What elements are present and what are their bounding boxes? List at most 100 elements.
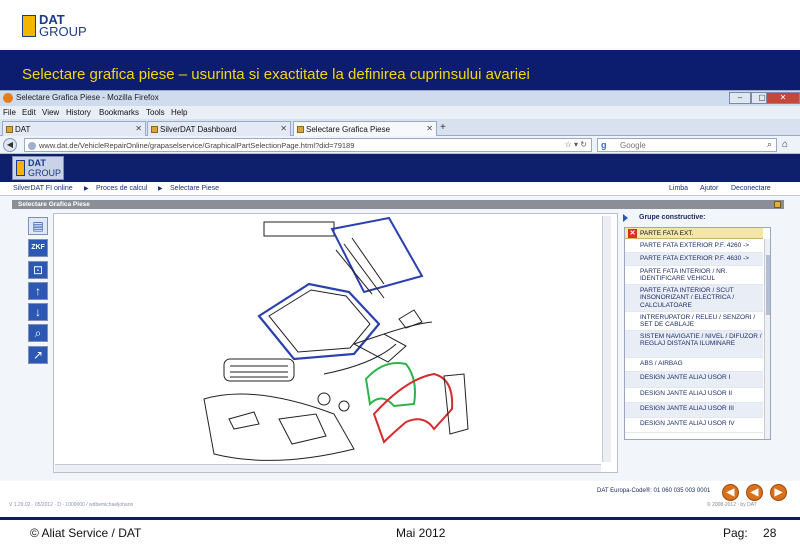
app-logo-line-1: DAT (28, 158, 46, 168)
grille-part[interactable] (223, 358, 295, 382)
group-item[interactable]: PARTE FATA EXTERIOR P.F. 4630 -> (625, 253, 763, 266)
close-tab-icon[interactable]: ✕ (135, 124, 142, 133)
logo-cube-icon (16, 160, 25, 176)
headlamp-part[interactable] (278, 413, 327, 445)
group-list-scrollbar[interactable] (764, 239, 770, 439)
url-bar[interactable]: www.dat.de/VehicleRepairOnline/grapasels… (24, 138, 592, 152)
footer-author: © Aliat Service / DAT (30, 526, 142, 540)
menu-bookmarks[interactable]: Bookmarks (99, 108, 139, 117)
triangle-right-icon (623, 214, 628, 222)
app-header: DAT GROUP (0, 154, 800, 182)
browser-window: Selectare Grafica Piese - Mozilla Firefo… (0, 90, 800, 515)
slide-title: Selectare grafica piese – usurinta si ex… (22, 66, 530, 83)
arrow-down-icon[interactable]: ↓ (28, 303, 48, 321)
group-item[interactable]: DESIGN JANTE ALIAJ USOR IV (625, 418, 763, 433)
breadcrumb-separator-icon: ▶ (158, 186, 163, 192)
breadcrumb-separator-icon: ▶ (84, 186, 89, 192)
cable-part (323, 321, 433, 375)
cowl-part[interactable] (352, 333, 407, 363)
small-part (338, 400, 350, 412)
previous-arrow-icon[interactable]: ◀ (722, 484, 739, 501)
breadcrumb-proces-calcul[interactable]: Proces de calcul (96, 185, 147, 192)
wiper-arm-part[interactable] (335, 237, 385, 299)
lock-icon[interactable] (774, 201, 781, 208)
dat-europa-code: DAT Europa-Code®: 01 060 035 003 0001 (597, 488, 711, 494)
zoom-zkf-icon[interactable]: ZKF (28, 239, 48, 257)
front-bumper-part[interactable] (203, 393, 355, 461)
tab-label: SilverDAT Dashboard (160, 125, 237, 134)
breadcrumb-selectare-piese[interactable]: Selectare Piese (170, 185, 219, 192)
selected-group-label: PARTE FATA EXT. (640, 230, 694, 237)
menu-tools[interactable]: Tools (146, 108, 165, 117)
search-bar[interactable]: g Google ⌕ (597, 138, 777, 152)
group-item[interactable]: PARTE FATA INTERIOR / SCUT INSONORIZANT … (625, 285, 763, 312)
arrow-up-icon[interactable]: ↑ (28, 282, 48, 300)
construction-group-list[interactable]: ✕ PARTE FATA EXT. PARTE FATA EXTERIOR P.… (624, 227, 771, 440)
footer-page-label: Pag: (723, 526, 748, 540)
breadcrumb-silverdat[interactable]: SilverDAT FI online (13, 185, 73, 192)
canvas-vertical-scrollbar[interactable] (602, 216, 611, 462)
dat-group-logo: DAT GROUP (22, 13, 92, 39)
menu-help[interactable]: Help (171, 108, 187, 117)
window-titlebar: Selectare Grafica Piese - Mozilla Firefo… (0, 91, 800, 106)
group-item[interactable]: PARTE FATA INTERIOR / NR. IDENTIFICARE V… (625, 266, 763, 285)
group-item[interactable]: DESIGN JANTE ALIAJ USOR I (625, 372, 763, 388)
tab-label: Selectare Grafica Piese (306, 125, 391, 134)
menu-file[interactable]: File (3, 108, 16, 117)
exploded-parts-diagram[interactable] (54, 214, 618, 473)
home-icon[interactable]: ⌂ (782, 139, 788, 150)
tab-selectare-grafica-piese[interactable]: Selectare Grafica Piese ✕ (293, 121, 437, 136)
logo-line-2: GROUP (39, 24, 87, 39)
close-tab-icon[interactable]: ✕ (426, 124, 433, 133)
menu-edit[interactable]: Edit (22, 108, 36, 117)
selected-group[interactable]: ✕ PARTE FATA EXT. (625, 228, 763, 239)
link-limba[interactable]: Limba (669, 185, 688, 192)
page-icon (297, 126, 304, 133)
tool-kit-graphic (263, 221, 335, 237)
windshield-part[interactable] (330, 216, 424, 294)
pointer-icon[interactable]: ↗ (28, 346, 48, 364)
parts-drawing-canvas[interactable] (53, 213, 618, 473)
next-arrow-icon[interactable]: ▶ (770, 484, 787, 501)
copyright: © 2008-2012 · by DAT (707, 502, 757, 508)
page-icon (6, 126, 13, 133)
menu-history[interactable]: History (66, 108, 91, 117)
navigation-bar: ◀ www.dat.de/VehicleRepairOnline/grapase… (0, 136, 800, 154)
group-item[interactable]: DESIGN JANTE ALIAJ USOR II (625, 388, 763, 403)
link-ajutor[interactable]: Ajutor (700, 185, 718, 192)
footer-page: Pag: 28 (723, 526, 776, 540)
link-deconectare[interactable]: Deconectare (731, 185, 771, 192)
app-logo[interactable]: DAT GROUP (12, 156, 64, 180)
group-item[interactable]: INTRERUPATOR / RELEU / SENZORI / SET DE … (625, 312, 763, 331)
url-text: www.dat.de/VehicleRepairOnline/grapasels… (39, 141, 355, 150)
panel-header: Selectare Grafica Piese (12, 200, 784, 209)
close-group-icon[interactable]: ✕ (628, 229, 637, 238)
back-arrow-icon[interactable]: ◀ (746, 484, 763, 501)
fender-part[interactable] (372, 372, 454, 444)
group-title: Grupe constructive: (623, 214, 706, 222)
tab-dat[interactable]: DAT ✕ (2, 121, 146, 136)
group-item[interactable]: SISTEM NAVIGATIE / NIVEL / DIFUZOR / REG… (625, 331, 763, 358)
minimize-button[interactable]: – (729, 92, 751, 104)
group-item[interactable]: ABS / AIRBAG (625, 358, 763, 372)
page-view-icon[interactable]: ▤ (28, 217, 48, 235)
app-footer: V 1.29.02 · 05/2012 · D · 1000000 / wdbe… (0, 481, 800, 515)
new-tab-button[interactable]: + (440, 122, 446, 133)
menu-view[interactable]: View (42, 108, 59, 117)
search-icon[interactable]: ⌕ (767, 139, 772, 150)
group-item[interactable]: PARTE FATA EXTERIOR P.F. 4260 -> (625, 240, 763, 253)
back-button[interactable]: ◀ (3, 138, 17, 152)
bracket-part (398, 309, 423, 329)
reload-icon[interactable]: ☆ ▾ ↻ (565, 140, 587, 149)
close-window-button[interactable]: ✕ (766, 92, 800, 104)
scrollbar-thumb[interactable] (766, 255, 770, 315)
canvas-horizontal-scrollbar[interactable] (55, 464, 601, 472)
fit-view-icon[interactable]: ⊡ (28, 261, 48, 279)
app-navigation: SilverDAT FI online ▶ Proces de calcul ▶… (0, 182, 800, 196)
close-tab-icon[interactable]: ✕ (280, 124, 287, 133)
group-title-text: Grupe constructive: (639, 214, 706, 221)
search-zoom-icon[interactable]: ⌕ (28, 324, 48, 342)
group-item[interactable]: DESIGN JANTE ALIAJ USOR III (625, 403, 763, 418)
tab-silverdat-dashboard[interactable]: SilverDAT Dashboard ✕ (147, 121, 291, 136)
site-identity-icon (28, 142, 36, 150)
